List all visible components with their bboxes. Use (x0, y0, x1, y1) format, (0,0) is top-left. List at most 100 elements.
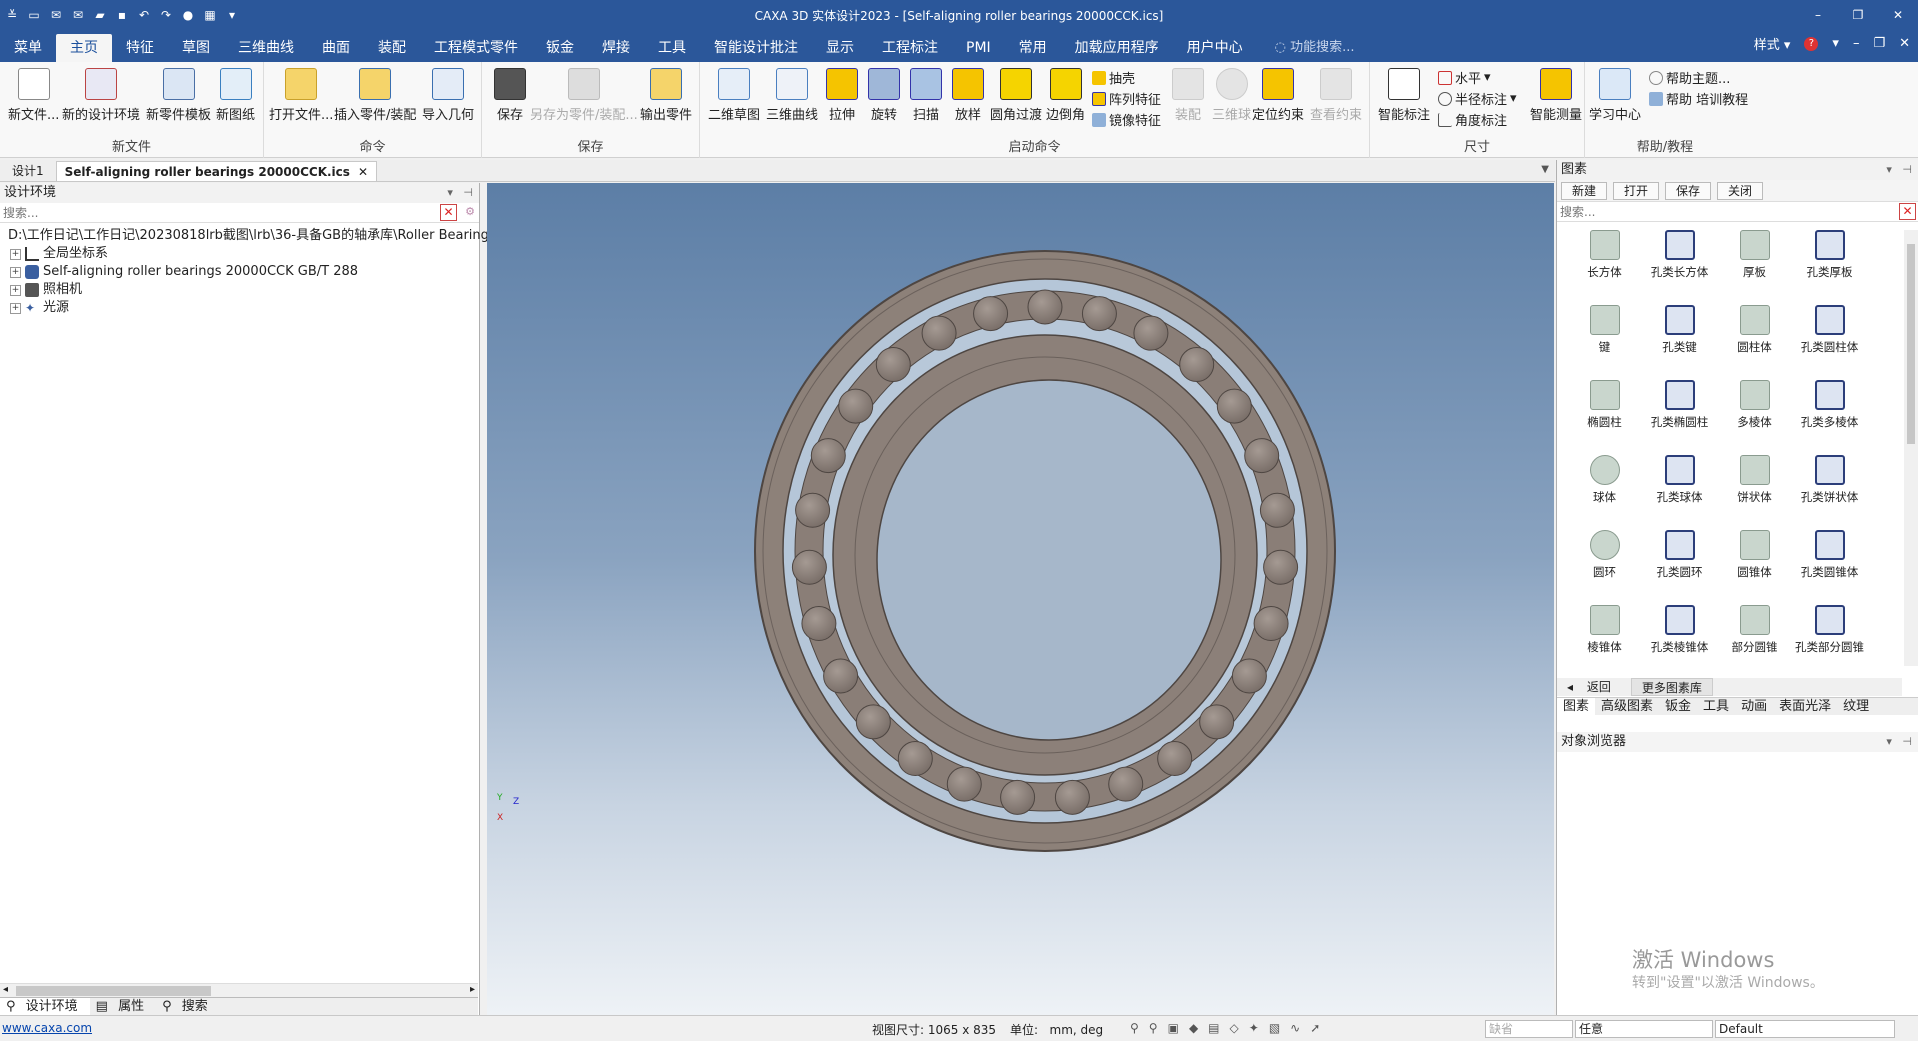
shape-item[interactable]: 孔类键 (1642, 305, 1717, 370)
bearing-model[interactable] (487, 183, 1554, 1015)
loft-button[interactable]: 放样 (952, 68, 984, 123)
pin-icon[interactable]: ▾ ⊣ (447, 183, 473, 203)
new-drawing-button[interactable]: 新图纸 (216, 68, 255, 123)
shell-button[interactable]: 抽壳 (1092, 68, 1135, 87)
save-as-part-button[interactable]: 另存为零件/装配... (530, 68, 638, 123)
view-icon[interactable]: ▣ (1168, 1021, 1179, 1035)
menu-item-sheet-metal[interactable]: 钣金 (532, 34, 588, 62)
tree-root[interactable]: D:\工作日记\工作日记\20230818lrb截图\lrb\36-具备GB的轴… (0, 227, 500, 245)
app-menu-icon[interactable]: ≚ (4, 7, 20, 23)
shape-item[interactable]: 孔类厚板 (1792, 230, 1867, 295)
style-dropdown[interactable]: Default (1715, 1020, 1895, 1038)
curve-toggle-icon[interactable]: ∿ (1290, 1021, 1300, 1035)
scroll-thumb[interactable] (1907, 244, 1915, 444)
shape-item[interactable]: 圆锥体 (1717, 530, 1792, 595)
menu-item-assembly[interactable]: 装配 (364, 34, 420, 62)
tab-search[interactable]: ⚲ 搜索 (156, 998, 220, 1015)
section-icon[interactable]: ◇ (1230, 1021, 1239, 1035)
expand-icon[interactable]: + (10, 266, 21, 278)
menu-item-3d-curve[interactable]: 三维曲线 (224, 34, 308, 62)
smart-dim-button[interactable]: 智能标注 (1378, 68, 1430, 123)
shape-item[interactable]: 棱锥体 (1567, 605, 1642, 670)
customize-dropdown-icon[interactable]: ▾ (224, 7, 240, 23)
menu-item-pmi[interactable]: PMI (952, 34, 1005, 62)
ribbon-minimize-icon[interactable]: ▾ (1832, 36, 1839, 51)
menu-item-common[interactable]: 常用 (1005, 34, 1061, 62)
help-icon[interactable]: ? (1804, 36, 1819, 51)
sweep-button[interactable]: 扫描 (910, 68, 942, 123)
scroll-left-icon[interactable]: ◂ (3, 984, 8, 995)
tab-design1[interactable]: 设计1 (4, 161, 52, 181)
new-design-env-button[interactable]: 新的设计环境 (62, 68, 140, 123)
cat-tab-surface-gloss[interactable]: 表面光泽 (1773, 698, 1837, 715)
catalog-save-button[interactable]: 保存 (1665, 182, 1712, 200)
back-button[interactable]: ◂ 返回 (1557, 678, 1631, 696)
tree-item-camera[interactable]: + 照相机 (0, 281, 479, 299)
new-part-template-button[interactable]: 新零件模板 (146, 68, 211, 123)
menu-item-display[interactable]: 显示 (812, 34, 868, 62)
sphere3-button[interactable]: 三维球 (1212, 68, 1251, 123)
shape-item[interactable]: 孔类圆锥体 (1792, 530, 1867, 595)
smart-measure-button[interactable]: 智能测量 (1530, 68, 1582, 123)
new-file-button[interactable]: 新文件... (8, 68, 59, 123)
search-filter-icon[interactable]: ⚙ (465, 205, 475, 218)
cat-tab-animation[interactable]: 动画 (1735, 698, 1773, 715)
fillet-button[interactable]: 圆角过渡 (990, 68, 1042, 123)
new-file-icon[interactable]: ▭ (26, 7, 42, 23)
restore-button[interactable]: ❐ (1838, 0, 1878, 30)
view-constraint-button[interactable]: 查看约束 (1310, 68, 1362, 123)
doc-minimize-icon[interactable]: – (1853, 36, 1860, 51)
shape-item[interactable]: 部分圆锥 (1717, 605, 1792, 670)
menu-item-sketch[interactable]: 草图 (168, 34, 224, 62)
save-button[interactable]: 保存 (494, 68, 526, 123)
assemble-button[interactable]: 装配 (1172, 68, 1204, 123)
shape-item[interactable]: 孔类圆环 (1642, 530, 1717, 595)
shape-item[interactable]: 圆柱体 (1717, 305, 1792, 370)
shape-item[interactable]: 饼状体 (1717, 455, 1792, 520)
menu-item-feature[interactable]: 特征 (112, 34, 168, 62)
more-shapes-button[interactable]: 更多图素库 (1630, 678, 1713, 696)
shape-item[interactable]: 孔类部分圆锥 (1792, 605, 1867, 670)
clear-search-icon[interactable]: ✕ (440, 204, 457, 221)
array-feature-button[interactable]: 阵列特征 (1092, 89, 1161, 108)
catalog-close-button[interactable]: 关闭 (1717, 182, 1764, 200)
cat-tab-shapes[interactable]: 图素 (1557, 698, 1596, 715)
extrude-button[interactable]: 拉伸 (826, 68, 858, 123)
zoom-icon[interactable]: ⚲ (1130, 1021, 1139, 1035)
shape-item[interactable]: 孔类棱锥体 (1642, 605, 1717, 670)
horizontal-dim-button[interactable]: 水平 ▾ (1438, 68, 1491, 87)
function-search[interactable]: ◌ 功能搜索... (1275, 34, 1355, 62)
shape-item[interactable]: 孔类长方体 (1642, 230, 1717, 295)
shape-item[interactable]: 孔类球体 (1642, 455, 1717, 520)
expand-icon[interactable]: + (10, 302, 21, 314)
minimize-button[interactable]: – (1798, 0, 1838, 30)
menu-item-welding[interactable]: 焊接 (588, 34, 644, 62)
import-geometry-button[interactable]: 导入几何 (422, 68, 474, 123)
tab-properties[interactable]: ▤ 属性 (90, 998, 156, 1015)
menu-item-tools[interactable]: 工具 (644, 34, 700, 62)
curve-3d-button[interactable]: 三维曲线 (766, 68, 818, 123)
mail-icon[interactable]: ✉ (70, 7, 86, 23)
save-icon[interactable]: ▪ (114, 7, 130, 23)
shapes-search-input[interactable] (1557, 202, 1882, 221)
menu-item-load-apps[interactable]: 加载应用程序 (1061, 34, 1173, 62)
tree-item-bearing[interactable]: + Self-aligning roller bearings 20000CCK… (0, 263, 479, 281)
scroll-thumb[interactable] (16, 986, 211, 996)
expand-icon[interactable]: + (10, 284, 21, 296)
new-design-icon[interactable]: ✉ (48, 7, 64, 23)
camera-toggle-icon[interactable]: ▧ (1269, 1021, 1280, 1035)
menu-item-engineering-part[interactable]: 工程模式零件 (420, 34, 532, 62)
cat-tab-texture[interactable]: 纹理 (1837, 698, 1875, 715)
menu-item-user-center[interactable]: 用户中心 (1173, 34, 1257, 62)
shape-item[interactable]: 孔类椭圆柱 (1642, 380, 1717, 445)
help-topics-button[interactable]: 帮助主题... (1649, 68, 1730, 87)
open-file-button[interactable]: 打开文件... (269, 68, 333, 123)
shape-item[interactable]: 键 (1567, 305, 1642, 370)
menu-item-surface[interactable]: 曲面 (308, 34, 364, 62)
cat-tab-advanced[interactable]: 高级图素 (1595, 698, 1659, 715)
tree-item-light[interactable]: + ✦ 光源 (0, 299, 479, 317)
learning-center-button[interactable]: 学习中心 (1589, 68, 1641, 123)
tree-search-input[interactable] (0, 203, 432, 222)
export-part-button[interactable]: 输出零件 (640, 68, 692, 123)
sketch-2d-button[interactable]: 二维草图 (708, 68, 760, 123)
